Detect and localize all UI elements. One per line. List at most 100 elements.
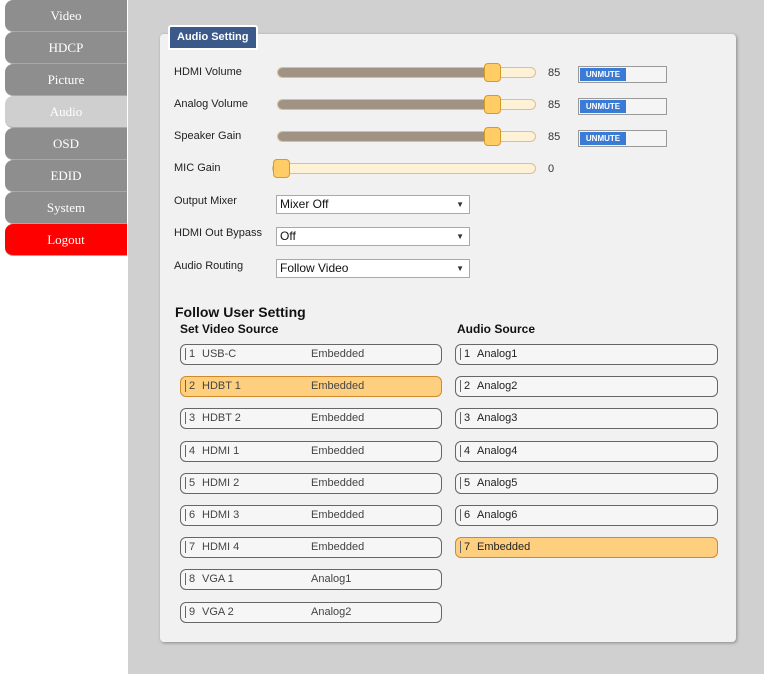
hdmi-volume-label: HDMI Volume <box>174 66 242 78</box>
source-audio-type: Embedded <box>311 541 365 554</box>
source-audio-type: Analog1 <box>311 573 352 586</box>
source-number: 7 <box>185 541 195 554</box>
audio-routing-label: Audio Routing <box>174 260 244 272</box>
slider-fill <box>278 132 493 141</box>
source-number: 2 <box>460 380 470 393</box>
output-mixer-label: Output Mixer <box>174 195 237 207</box>
audio-source-item[interactable]: 6 Analog6 <box>455 505 718 526</box>
source-name: Analog6 <box>477 509 518 521</box>
speaker-gain-value: 85 <box>548 131 561 143</box>
video-source-item[interactable]: 4 HDMI 1 Embedded <box>180 440 442 462</box>
audio-source-title: Audio Source <box>457 322 536 336</box>
source-name: VGA 2 <box>202 605 234 618</box>
source-number: 7 <box>460 541 470 554</box>
toggle-label: UNMUTE <box>580 100 626 113</box>
sidebar-item-audio[interactable]: Audio <box>5 96 127 128</box>
source-number: 5 <box>185 476 195 489</box>
source-audio-type: Embedded <box>311 509 365 521</box>
video-source-item[interactable]: 7 HDMI 4 Embedded <box>180 537 442 559</box>
video-source-title: Set Video Source <box>180 322 279 336</box>
sidebar-item-hdcp[interactable]: HDCP <box>5 32 127 64</box>
audio-source-item[interactable]: 1 Analog1 <box>455 344 718 365</box>
analog-volume-value: 85 <box>548 99 561 111</box>
source-number: 6 <box>460 509 470 521</box>
source-number: 5 <box>460 476 470 489</box>
hdmi-volume-value: 85 <box>548 67 561 79</box>
mic-gain-label: MIC Gain <box>174 162 221 174</box>
source-number: 8 <box>185 573 195 586</box>
video-source-item[interactable]: 9 VGA 2 Analog2 <box>180 601 442 623</box>
video-source-item[interactable]: 2 HDBT 1 Embedded <box>180 376 442 398</box>
output-mixer-select[interactable]: Mixer Off ▼ <box>276 195 470 214</box>
source-audio-type: Embedded <box>311 412 365 425</box>
speaker-gain-slider[interactable] <box>277 127 536 146</box>
source-name: Analog1 <box>477 348 518 360</box>
sidebar-item-edid[interactable]: EDID <box>5 160 127 192</box>
source-name: HDMI 1 <box>202 444 240 457</box>
slider-fill <box>278 68 493 77</box>
panel-title: Audio Setting <box>168 25 258 50</box>
audio-routing-select[interactable]: Follow Video ▼ <box>276 259 470 278</box>
source-number: 3 <box>460 412 470 425</box>
audio-source-item[interactable]: 5 Analog5 <box>455 472 718 494</box>
source-number: 6 <box>185 509 195 521</box>
analog-volume-label: Analog Volume <box>174 98 248 110</box>
audio-source-item[interactable]: 2 Analog2 <box>455 376 718 398</box>
dropdown-arrow-icon: ▼ <box>456 264 464 273</box>
source-name: HDMI 2 <box>202 476 240 489</box>
mic-gain-value: 0 <box>548 163 555 175</box>
source-name: USB-C <box>202 348 237 360</box>
toggle-label: UNMUTE <box>580 132 626 145</box>
slider-thumb[interactable] <box>273 159 290 178</box>
hdmi-mute-toggle[interactable]: UNMUTE <box>578 66 667 83</box>
source-name: HDBT 1 <box>202 380 241 393</box>
slider-thumb[interactable] <box>483 63 501 82</box>
slider-thumb[interactable] <box>483 127 501 146</box>
video-source-item[interactable]: 3 HDBT 2 Embedded <box>180 408 442 430</box>
sidebar-item-picture[interactable]: Picture <box>5 64 127 96</box>
source-name: HDMI 3 <box>202 509 240 521</box>
source-name: HDBT 2 <box>202 412 241 425</box>
slider-thumb[interactable] <box>483 95 501 114</box>
speaker-mute-toggle[interactable]: UNMUTE <box>578 130 667 147</box>
audio-source-item[interactable]: 7 Embedded <box>455 537 718 559</box>
video-source-item[interactable]: 8 VGA 1 Analog1 <box>180 569 442 591</box>
source-name: Embedded <box>477 541 531 554</box>
source-name: Analog2 <box>477 380 518 393</box>
dropdown-arrow-icon: ▼ <box>456 232 464 241</box>
hdmi-volume-slider[interactable] <box>277 63 536 82</box>
select-value: Follow Video <box>280 261 349 275</box>
source-name: VGA 1 <box>202 573 234 586</box>
analog-mute-toggle[interactable]: UNMUTE <box>578 98 667 115</box>
select-value: Off <box>280 229 296 243</box>
source-number: 1 <box>185 348 195 360</box>
select-value: Mixer Off <box>280 197 329 211</box>
audio-source-item[interactable]: 4 Analog4 <box>455 440 718 462</box>
source-audio-type: Embedded <box>311 348 365 360</box>
source-number: 4 <box>185 444 195 457</box>
audio-source-item[interactable]: 3 Analog3 <box>455 408 718 430</box>
video-source-item[interactable]: 1 USB-C Embedded <box>180 344 442 365</box>
hdmi-out-bypass-select[interactable]: Off ▼ <box>276 227 470 246</box>
video-source-item[interactable]: 6 HDMI 3 Embedded <box>180 505 442 526</box>
mic-gain-slider[interactable] <box>272 159 536 178</box>
logout-button[interactable]: Logout <box>5 224 127 256</box>
sidebar-nav: Video HDCP Picture Audio OSD EDID System… <box>5 0 127 256</box>
hdmi-out-bypass-label: HDMI Out Bypass <box>174 227 263 239</box>
speaker-gain-label: Speaker Gain <box>174 130 242 142</box>
slider-fill <box>278 100 493 109</box>
analog-volume-slider[interactable] <box>277 95 536 114</box>
source-audio-type: Embedded <box>311 380 365 393</box>
source-name: Analog3 <box>477 412 518 425</box>
source-number: 1 <box>460 348 470 360</box>
source-audio-type: Embedded <box>311 444 365 457</box>
source-number: 9 <box>185 605 195 618</box>
video-source-item[interactable]: 5 HDMI 2 Embedded <box>180 472 442 494</box>
dropdown-arrow-icon: ▼ <box>456 200 464 209</box>
source-number: 4 <box>460 444 470 457</box>
source-name: Analog4 <box>477 444 518 457</box>
sidebar-item-osd[interactable]: OSD <box>5 128 127 160</box>
sidebar-item-video[interactable]: Video <box>5 0 127 32</box>
source-number: 2 <box>185 380 195 393</box>
sidebar-item-system[interactable]: System <box>5 192 127 224</box>
